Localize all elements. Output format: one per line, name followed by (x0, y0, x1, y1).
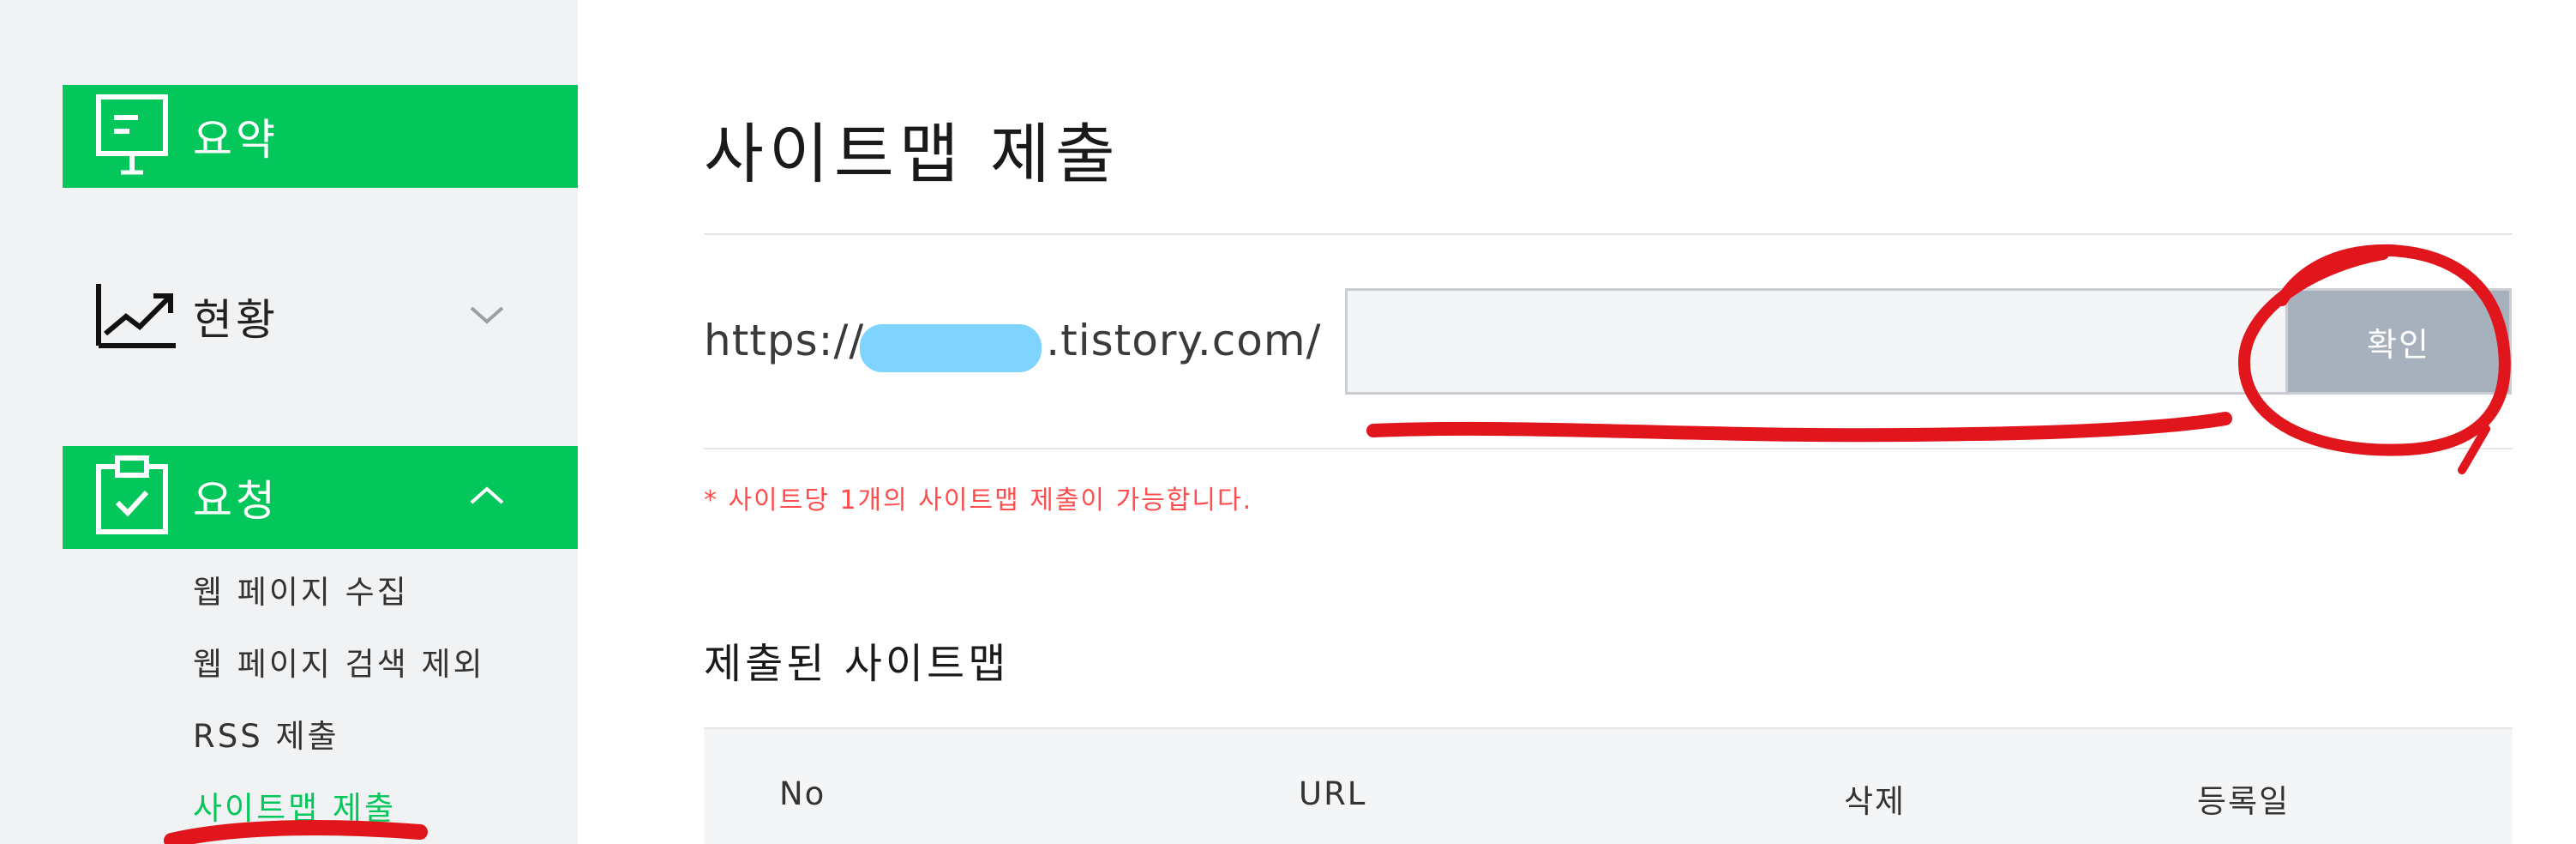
sidebar-item-label: 요청 (193, 476, 279, 526)
url-scheme: https:// (704, 316, 865, 365)
sidebar-item-label: 요약 (193, 115, 279, 165)
sidebar-item-summary[interactable]: 요약 (63, 85, 578, 188)
submitted-sitemaps-title: 제출된 사이트맵 (704, 640, 1010, 688)
chevron-down-icon[interactable] (468, 303, 506, 330)
sidebar-item-label: 현황 (193, 295, 279, 345)
notice-text: * 사이트당 1개의 사이트맵 제출이 가능합니다. (704, 485, 1253, 515)
sidebar-item-status[interactable]: 현황 (63, 265, 578, 368)
url-domain: .tistory.com/ (1046, 316, 1322, 365)
col-header-url: URL (1299, 775, 1367, 812)
main-content: 사이트맵 제출 https:// .tistory.com/ 확인 * 사이트당 … (578, 0, 2576, 844)
sitemap-table-header: No URL 삭제 등록일 (704, 729, 2513, 844)
redaction-mark (860, 324, 1042, 372)
sidebar-subitem-web-collect[interactable]: 웹 페이지 수집 (193, 566, 409, 612)
presentation-board-icon (93, 92, 171, 181)
col-header-delete: 삭제 (1844, 783, 1906, 820)
col-header-date: 등록일 (2197, 783, 2291, 820)
sidebar-subitem-rss[interactable]: RSS 제출 (193, 710, 339, 757)
sidebar-item-request[interactable]: 요청 (63, 446, 578, 549)
sidebar-subitem-web-exclude[interactable]: 웹 페이지 검색 제외 (193, 638, 485, 684)
divider (704, 448, 2513, 449)
sitemap-url-input[interactable] (1345, 288, 2285, 395)
divider (704, 233, 2513, 235)
sidebar: 요약 현황 요청 웹 페이지 수집 웹 페이지 검색 제외 RSS 제출 사이트… (0, 0, 578, 844)
sidebar-subitem-sitemap[interactable]: 사이트맵 제출 (193, 782, 396, 829)
confirm-button[interactable]: 확인 (2285, 288, 2512, 395)
clipboard-check-icon (93, 455, 171, 540)
col-header-no: No (779, 775, 826, 812)
trend-chart-icon (93, 280, 179, 353)
page-title: 사이트맵 제출 (704, 116, 1120, 192)
chevron-up-icon[interactable] (468, 484, 506, 511)
